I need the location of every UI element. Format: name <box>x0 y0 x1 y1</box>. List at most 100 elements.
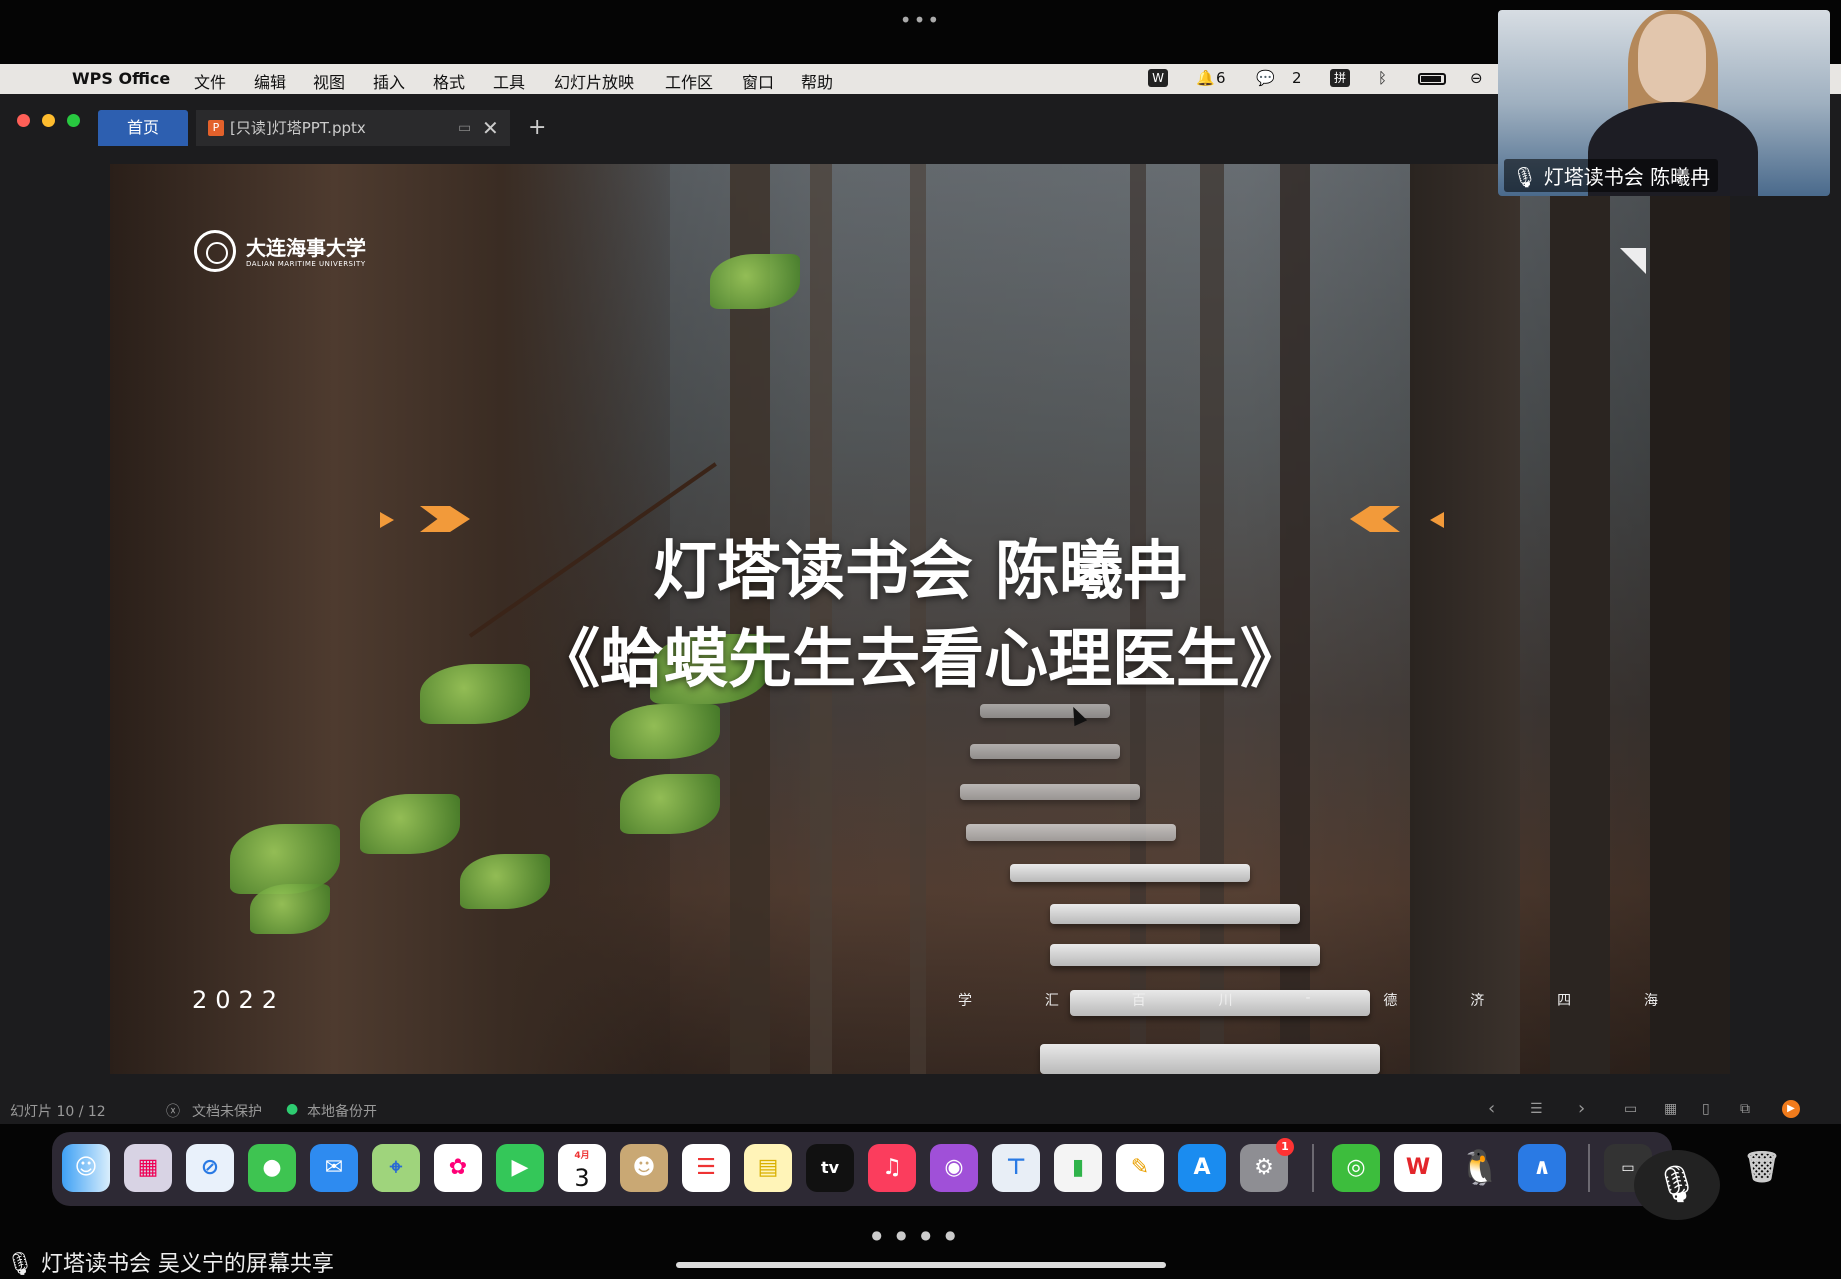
calendar-icon[interactable]: 4月 3 <box>558 1144 606 1192</box>
motto-char: 德 <box>1383 993 1398 1009</box>
menu-tools[interactable]: 工具 <box>493 69 525 93</box>
motto-char: - <box>1305 990 1311 1006</box>
motto-char: 海 <box>1643 993 1658 1009</box>
menu-app-name[interactable]: WPS Office <box>72 69 170 88</box>
battery-icon[interactable] <box>1418 73 1446 85</box>
launchpad-icon[interactable]: ▦ <box>124 1144 172 1192</box>
motto-char: 百 <box>1131 993 1146 1009</box>
menu-format[interactable]: 格式 <box>433 69 465 93</box>
next-slide-icon[interactable]: › <box>1578 1098 1585 1119</box>
notes-icon[interactable]: ▤ <box>744 1144 792 1192</box>
zoom-window-button[interactable] <box>67 114 80 127</box>
motto-char: 学 <box>958 993 972 1009</box>
menu-view[interactable]: 视图 <box>313 69 345 93</box>
bell-icon[interactable]: 🔔 <box>1196 69 1215 87</box>
pages-icon[interactable]: ✎ <box>1116 1144 1164 1192</box>
bluetooth-icon[interactable]: ᛒ <box>1378 69 1387 87</box>
menu-file[interactable]: 文件 <box>194 69 226 93</box>
contacts-icon[interactable]: ☻ <box>620 1144 668 1192</box>
speaker-label: 🎙 灯塔读书会 陈曦冉 <box>1504 159 1719 192</box>
close-tab-icon[interactable]: ✕ <box>482 110 499 146</box>
input-method-icon[interactable]: 拼 <box>1330 69 1350 87</box>
wechat-icon[interactable]: ◎ <box>1332 1144 1380 1192</box>
mail-icon[interactable]: ✉ <box>310 1144 358 1192</box>
stone-step <box>1050 904 1300 924</box>
stone-step <box>980 704 1110 718</box>
slide-canvas[interactable]: 大连海事大学 DALIAN MARITIME UNIVERSITY 灯塔读书会 … <box>110 164 1730 1074</box>
microphone-button[interactable]: 🎙 <box>1634 1150 1720 1220</box>
stone-step <box>1010 864 1250 882</box>
photos-icon[interactable]: ✿ <box>434 1144 482 1192</box>
backup-status[interactable]: 本地备份开 <box>307 1101 377 1121</box>
menu-help[interactable]: 帮助 <box>801 69 833 93</box>
link-icon[interactable]: ⊖ <box>1470 69 1483 87</box>
menu-slideshow[interactable]: 幻灯片放映 <box>554 69 634 93</box>
music-icon[interactable]: ♫ <box>868 1144 916 1192</box>
menu-workspace[interactable]: 工作区 <box>665 69 713 93</box>
tencent-meeting-icon[interactable]: ∧ <box>1518 1144 1566 1192</box>
speaker-face <box>1638 14 1706 102</box>
play-slideshow-icon[interactable]: ▶ <box>1782 1100 1800 1118</box>
menu-window[interactable]: 窗口 <box>742 69 774 93</box>
podcasts-icon[interactable]: ◉ <box>930 1144 978 1192</box>
slide-year: 2022 <box>192 986 286 1014</box>
dock-divider <box>1588 1144 1590 1192</box>
screen-share-icon: 🎙 <box>6 1252 34 1277</box>
cloud-icon[interactable]: ▭ <box>458 110 471 146</box>
wps-icon-label: W <box>1405 1155 1431 1180</box>
apple-tv-icon[interactable]: tv <box>806 1144 854 1192</box>
menu-edit[interactable]: 编辑 <box>254 69 286 93</box>
slide-title-line1: 灯塔读书会 陈曦冉 <box>652 535 1188 609</box>
maps-icon[interactable]: ⌖ <box>372 1144 420 1192</box>
wechat-status-icon[interactable]: 💬 <box>1256 69 1275 87</box>
keynote-icon[interactable]: ⊤ <box>992 1144 1040 1192</box>
leaf-cluster <box>360 794 460 854</box>
apple-tv-label: tv <box>820 1158 840 1177</box>
slide-motto: 学 汇 百 川 - 德 济 四 海 <box>958 990 1658 1010</box>
leaf-cluster <box>610 704 720 759</box>
home-indicator[interactable] <box>676 1262 1166 1268</box>
settings-badge: 1 <box>1276 1138 1294 1156</box>
list-icon[interactable]: ☰ <box>1530 1101 1543 1117</box>
trash-icon[interactable]: 🗑 <box>1738 1144 1786 1192</box>
screen-share-text: 灯塔读书会 吴义宁的屏幕共享 <box>40 1252 334 1277</box>
facetime-icon[interactable]: ▶ <box>496 1144 544 1192</box>
qq-icon[interactable]: 🐧 <box>1456 1144 1504 1192</box>
stone-step <box>960 784 1140 800</box>
calendar-month: 4月 <box>574 1151 590 1161</box>
stone-step <box>1050 944 1320 966</box>
stone-step <box>970 744 1120 759</box>
close-window-button[interactable] <box>17 114 30 127</box>
messages-icon[interactable]: ● <box>248 1144 296 1192</box>
system-settings-icon[interactable]: ⚙ 1 <box>1240 1138 1294 1192</box>
shield-icon: ⓧ <box>166 1104 180 1120</box>
normal-view-icon[interactable]: ▭ <box>1624 1101 1637 1117</box>
dock-divider <box>1312 1144 1314 1192</box>
page-indicator[interactable]: ●●●● <box>0 1228 1841 1242</box>
app-store-icon[interactable]: A <box>1178 1144 1226 1192</box>
backup-dot-icon: ● <box>286 1101 299 1117</box>
minimize-window-button[interactable] <box>42 114 55 127</box>
menu-insert[interactable]: 插入 <box>373 69 405 93</box>
wps-status-icon[interactable]: W <box>1148 69 1168 87</box>
grid-view-icon[interactable]: ▦ <box>1664 1101 1677 1117</box>
share-icon[interactable]: ⧉ <box>1740 1101 1750 1117</box>
protect-status[interactable]: 文档未保护 <box>192 1101 262 1121</box>
tab-document[interactable]: P [只读]灯塔PPT.pptx ▭ ✕ <box>196 110 510 146</box>
finder-icon[interactable]: ☺ <box>62 1144 110 1192</box>
numbers-icon[interactable]: ▮ <box>1054 1144 1102 1192</box>
pptx-file-icon: P <box>208 120 224 136</box>
leaf-cluster <box>460 854 550 909</box>
stone-step <box>966 824 1176 841</box>
safari-icon[interactable]: ⊘ <box>186 1144 234 1192</box>
wps-icon[interactable]: W <box>1394 1144 1442 1192</box>
new-tab-button[interactable]: + <box>528 110 546 146</box>
reading-view-icon[interactable]: ▯ <box>1702 1101 1710 1117</box>
speaker-video-tile[interactable]: 🎙 灯塔读书会 陈曦冉 <box>1498 10 1830 196</box>
reminders-icon[interactable]: ☰ <box>682 1144 730 1192</box>
tab-home[interactable]: 首页 <box>98 110 188 146</box>
prev-slide-icon[interactable]: ‹ <box>1488 1098 1495 1119</box>
stone-step <box>1040 1044 1380 1074</box>
leaf-cluster <box>620 774 720 834</box>
leaf-cluster <box>250 884 330 934</box>
